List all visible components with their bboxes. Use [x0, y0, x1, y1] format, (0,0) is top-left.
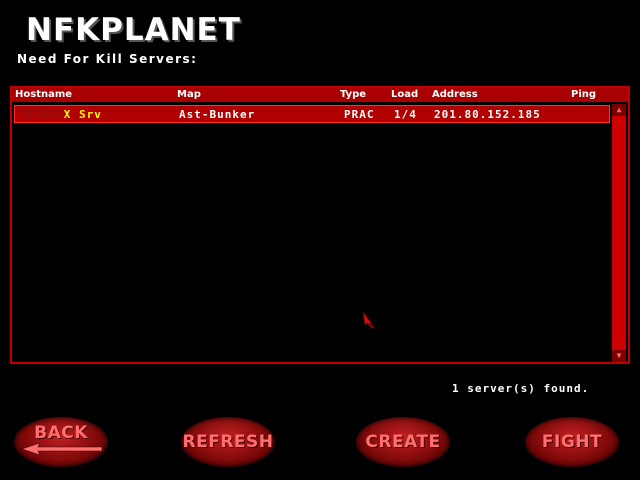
- server-map: Ast-Bunker: [179, 108, 256, 121]
- app-logo: NFKPLANET: [26, 12, 241, 48]
- create-button[interactable]: CREATE: [356, 417, 450, 467]
- column-header-map[interactable]: Map: [177, 89, 201, 100]
- server-hostname-part1: TRIBES: [18, 108, 64, 121]
- back-button-label: BACK: [34, 423, 88, 443]
- column-header-ping[interactable]: Ping: [571, 89, 596, 100]
- scroll-up-arrow-icon[interactable]: ▲: [612, 104, 626, 116]
- server-load: 1/4: [394, 108, 417, 121]
- back-arrow-icon: [21, 442, 103, 456]
- back-button[interactable]: BACK: [14, 417, 108, 467]
- column-header-type[interactable]: Type: [340, 89, 366, 100]
- server-hostname-part2: X Srv: [63, 108, 102, 121]
- refresh-button[interactable]: REFRESH: [181, 417, 275, 467]
- server-address: 201.80.152.185: [434, 108, 541, 121]
- page-subtitle: Need For Kill Servers:: [17, 52, 198, 66]
- servers-found-status: 1 server(s) found.: [452, 382, 590, 395]
- server-list-header: Hostname Map Type Load Address Ping: [12, 88, 628, 102]
- scroll-down-arrow-icon[interactable]: ▼: [612, 350, 626, 362]
- server-hostname: TRIBESX Srv: [18, 108, 102, 121]
- server-row[interactable]: TRIBESX Srv Ast-Bunker PRAC 1/4 201.80.1…: [14, 105, 610, 123]
- column-header-hostname[interactable]: Hostname: [15, 89, 72, 100]
- refresh-button-label: REFRESH: [182, 432, 274, 452]
- mouse-cursor-icon: [362, 311, 375, 329]
- list-scrollbar[interactable]: ▲ ▼: [612, 104, 626, 362]
- column-header-load[interactable]: Load: [391, 89, 418, 100]
- create-button-label: CREATE: [365, 432, 441, 452]
- server-type: PRAC: [344, 108, 375, 121]
- fight-button[interactable]: FIGHT: [525, 417, 619, 467]
- column-header-address[interactable]: Address: [432, 89, 478, 100]
- server-list-panel: Hostname Map Type Load Address Ping TRIB…: [10, 86, 630, 364]
- fight-button-label: FIGHT: [541, 432, 603, 452]
